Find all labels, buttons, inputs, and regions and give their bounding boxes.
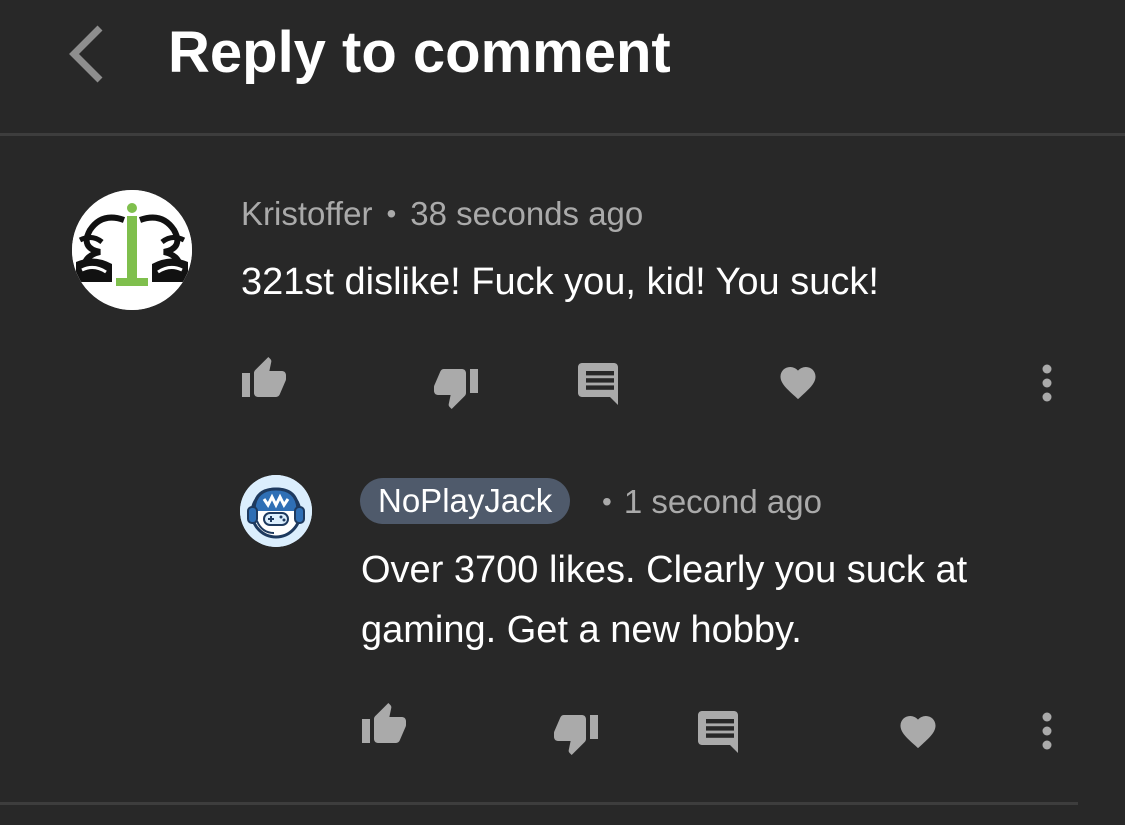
heart-icon <box>780 367 816 400</box>
more-vertical-icon <box>1042 364 1052 402</box>
reply-avatar[interactable] <box>240 475 312 547</box>
heart-icon <box>900 716 936 749</box>
comment-timestamp: 38 seconds ago <box>410 195 644 232</box>
dislike-button[interactable] <box>428 364 484 414</box>
more-vertical-icon <box>1042 712 1052 750</box>
thumb-up-icon <box>362 703 406 743</box>
bottom-divider <box>0 802 1078 805</box>
header-divider <box>0 133 1125 136</box>
comment-icon <box>578 363 618 405</box>
comment-author[interactable]: Kristoffer <box>241 195 372 233</box>
reply-dislike-button[interactable] <box>548 710 604 760</box>
reply-meta: • 1 second ago <box>598 481 822 523</box>
comment-text: 321st dislike! Fuck you, kid! You suck! <box>241 261 879 303</box>
reply-more-options-button[interactable] <box>1030 708 1064 754</box>
comment-icon <box>698 711 738 753</box>
reply-timestamp: 1 second ago <box>623 483 822 520</box>
reply-button[interactable] <box>574 358 626 410</box>
back-button[interactable] <box>58 22 114 86</box>
avatar[interactable] <box>72 190 192 310</box>
more-options-button[interactable] <box>1030 360 1064 406</box>
chevron-left-icon <box>69 25 103 83</box>
reply-text: Over 3700 likes. Clearly you suck at gam… <box>361 549 968 651</box>
reply-author-chip[interactable]: NoPlayJack <box>360 478 571 524</box>
avatar-image <box>72 190 192 310</box>
page-title: Reply to comment <box>168 20 671 85</box>
heart-button[interactable] <box>772 356 824 406</box>
like-button[interactable] <box>236 352 292 402</box>
gamer-avatar-image <box>240 475 312 547</box>
thumb-up-icon <box>242 357 286 397</box>
comment-meta: Kristoffer • 38 seconds ago <box>241 193 643 235</box>
reply-reply-button[interactable] <box>694 706 746 758</box>
meta-separator: • <box>602 486 612 517</box>
reply-like-button[interactable] <box>356 698 412 748</box>
thumb-down-icon <box>554 715 598 755</box>
reply-screen: Reply to comment Kristoffer • 38 seconds… <box>0 0 1125 825</box>
app-header: Reply to comment <box>0 0 1125 133</box>
thumb-down-icon <box>434 369 478 409</box>
meta-separator: • <box>386 198 397 229</box>
reply-heart-button[interactable] <box>892 705 944 755</box>
